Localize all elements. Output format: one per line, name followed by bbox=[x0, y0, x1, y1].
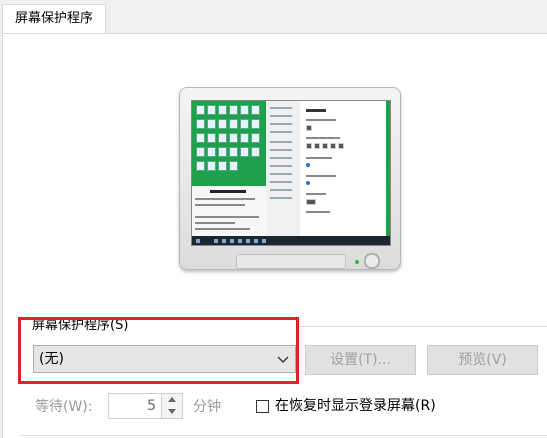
bottom-divider bbox=[20, 435, 547, 436]
wait-minutes-stepper[interactable]: 5 bbox=[108, 393, 183, 419]
preview-settings-page bbox=[300, 101, 386, 236]
resume-login-checkbox[interactable] bbox=[256, 400, 269, 413]
wait-minutes-value[interactable]: 5 bbox=[147, 394, 156, 418]
preview-button[interactable]: 预览(V) bbox=[427, 345, 538, 375]
monitor-preview bbox=[179, 87, 401, 270]
screensaver-select[interactable]: (无) bbox=[33, 345, 296, 373]
preview-screen bbox=[191, 100, 391, 246]
wait-unit-label: 分钟 bbox=[193, 399, 221, 415]
group-divider bbox=[296, 326, 547, 327]
stepper-down-button[interactable] bbox=[162, 406, 182, 418]
preview-browser-window bbox=[192, 186, 266, 236]
preview-settings-nav bbox=[266, 101, 300, 236]
stepper-up-button[interactable] bbox=[162, 394, 182, 406]
preview-taskbar bbox=[192, 236, 390, 245]
desktop-icons bbox=[196, 105, 260, 185]
stepper-arrows bbox=[161, 394, 182, 418]
tab-screensaver[interactable]: 屏幕保护程序 bbox=[2, 4, 106, 34]
wait-label: 等待(W): bbox=[35, 399, 93, 415]
settings-button[interactable]: 设置(T)... bbox=[305, 345, 416, 375]
power-led-icon bbox=[355, 260, 359, 264]
chevron-down-icon bbox=[168, 409, 176, 414]
power-button-icon bbox=[364, 253, 380, 269]
screensaver-select-value: (无) bbox=[39, 351, 64, 367]
monitor-bezel-bottom bbox=[236, 254, 346, 269]
chevron-down-icon bbox=[277, 346, 289, 372]
resume-login-label[interactable]: 在恢复时显示登录屏幕(R) bbox=[275, 397, 436, 415]
chevron-up-icon bbox=[168, 397, 176, 402]
tab-strip: 屏幕保护程序 bbox=[0, 0, 547, 34]
